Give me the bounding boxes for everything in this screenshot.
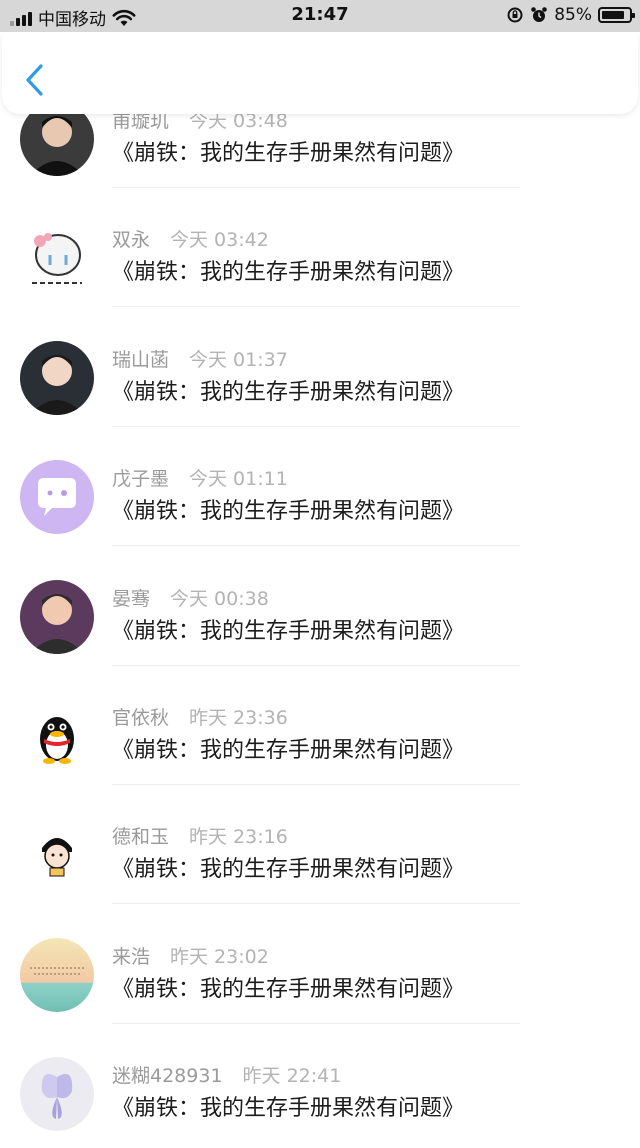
battery-level [602, 11, 625, 19]
comment-time: 昨天 23:02 [170, 946, 269, 968]
avatar[interactable] [20, 699, 94, 773]
chevron-left-icon [26, 64, 43, 96]
avatar[interactable] [20, 1057, 94, 1131]
avatar[interactable] [20, 341, 94, 415]
navigation-bar [2, 32, 638, 114]
avatar[interactable] [20, 818, 94, 892]
username[interactable]: 双永 [112, 229, 150, 251]
comment-meta: 迷糊428931 昨天 22:41 [112, 1061, 341, 1088]
comment-text: 《崩铁：我的生存手册果然有问题》 [112, 977, 465, 1002]
comment-time: 今天 03:42 [170, 229, 269, 251]
battery-icon [598, 7, 635, 23]
status-right: 85% [506, 5, 635, 25]
comment-time: 昨天 23:16 [189, 826, 288, 848]
comment-text: 《崩铁：我的生存手册果然有问题》 [112, 1096, 465, 1121]
comment-row[interactable]: 德和玉 昨天 23:16 《崩铁：我的生存手册果然有问题》 [0, 790, 640, 909]
username[interactable]: 来浩 [112, 946, 150, 968]
avatar[interactable] [20, 221, 94, 295]
comment-row[interactable]: 迷糊428931 昨天 22:41 《崩铁：我的生存手册果然有问题》 [0, 1029, 640, 1148]
comment-time: 今天 01:11 [189, 468, 288, 490]
comment-row[interactable]: 双永 今天 03:42 《崩铁：我的生存手册果然有问题》 [0, 193, 640, 312]
username[interactable]: 官依秋 [112, 707, 169, 729]
row-divider [112, 187, 520, 188]
username[interactable]: 瑞山菡 [112, 349, 169, 371]
row-divider [112, 306, 520, 307]
battery-percent: 85% [554, 5, 592, 25]
row-divider [112, 545, 520, 546]
comment-text: 《崩铁：我的生存手册果然有问题》 [112, 380, 465, 405]
comment-row[interactable]: 晏骞 今天 00:38 《崩铁：我的生存手册果然有问题》 [0, 552, 640, 671]
username[interactable]: 迷糊428931 [112, 1065, 223, 1087]
row-divider [112, 665, 520, 666]
comment-text: 《崩铁：我的生存手册果然有问题》 [112, 499, 465, 524]
comment-time: 昨天 23:36 [189, 707, 288, 729]
username[interactable]: 戊子墨 [112, 468, 169, 490]
comment-row[interactable]: 瑞山菡 今天 01:37 《崩铁：我的生存手册果然有问题》 [0, 313, 640, 432]
status-bar: 中国移动 21:47 85% [0, 0, 640, 32]
comment-meta: 戊子墨 今天 01:11 [112, 464, 288, 491]
comment-text: 《崩铁：我的生存手册果然有问题》 [112, 619, 465, 644]
alarm-icon [531, 7, 548, 22]
comment-meta: 晏骞 今天 00:38 [112, 584, 269, 611]
row-divider [112, 903, 520, 904]
comment-meta: 瑞山菡 今天 01:37 [112, 345, 288, 372]
comment-meta: 双永 今天 03:42 [112, 225, 269, 252]
orientation-lock-icon [507, 7, 523, 23]
comment-meta: 德和玉 昨天 23:16 [112, 822, 288, 849]
comment-text: 《崩铁：我的生存手册果然有问题》 [112, 260, 465, 285]
avatar[interactable] [20, 580, 94, 654]
comment-row[interactable]: 官依秋 昨天 23:36 《崩铁：我的生存手册果然有问题》 [0, 671, 640, 790]
comment-meta: 来浩 昨天 23:02 [112, 942, 269, 969]
comment-row[interactable]: 来浩 昨天 23:02 《崩铁：我的生存手册果然有问题》 [0, 910, 640, 1029]
comment-text: 《崩铁：我的生存手册果然有问题》 [112, 738, 465, 763]
avatar[interactable] [20, 460, 94, 534]
comment-meta: 官依秋 昨天 23:36 [112, 703, 288, 730]
row-divider [112, 426, 520, 427]
username[interactable]: 德和玉 [112, 826, 169, 848]
avatar[interactable] [20, 938, 94, 1012]
comment-time: 今天 01:37 [189, 349, 288, 371]
row-divider [112, 784, 520, 785]
comment-text: 《崩铁：我的生存手册果然有问题》 [112, 857, 465, 882]
row-divider [112, 1023, 520, 1024]
back-button[interactable] [20, 60, 50, 100]
username[interactable]: 晏骞 [112, 588, 150, 610]
comment-time: 今天 00:38 [170, 588, 269, 610]
comment-text: 《崩铁：我的生存手册果然有问题》 [112, 141, 465, 166]
comment-row[interactable]: 戊子墨 今天 01:11 《崩铁：我的生存手册果然有问题》 [0, 432, 640, 551]
comment-list: 甫璇玑 今天 03:48 《崩铁：我的生存手册果然有问题》 双永 今天 03:42 《崩铁… [0, 0, 640, 1139]
comment-time: 昨天 22:41 [242, 1065, 342, 1087]
